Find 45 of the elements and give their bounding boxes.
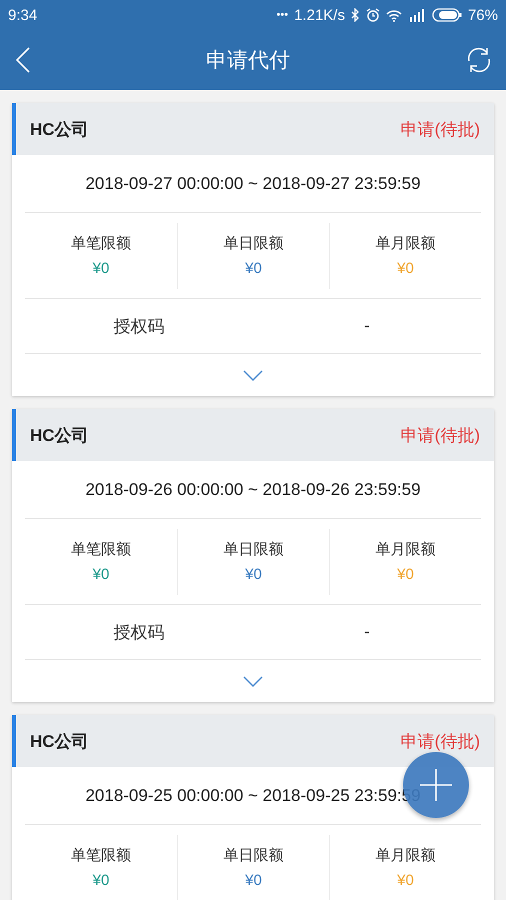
limit-label: 单日限额: [224, 234, 284, 253]
limit-label: 单笔限额: [71, 540, 131, 559]
limit-value: ¥0: [245, 566, 262, 583]
signal-icon: [408, 8, 426, 22]
network-speed: 1.21K/s: [294, 6, 345, 24]
limit-label: 单月限额: [376, 234, 436, 253]
back-icon[interactable]: [16, 47, 30, 73]
alarm-icon: [366, 8, 380, 22]
status-label: 申请(待批): [400, 424, 480, 446]
auth-code-value: -: [364, 622, 370, 642]
company-name: HC公司: [30, 730, 89, 752]
plus-icon: [420, 769, 452, 801]
battery-icon: [432, 8, 462, 22]
limit-label: 单日限额: [224, 540, 284, 559]
limit-value: ¥0: [92, 566, 110, 583]
refresh-icon[interactable]: [466, 47, 492, 73]
date-range: 2018-09-26 00:00:00 ~ 2018-09-26 23:59:59: [25, 461, 481, 519]
date-range: 2018-09-27 00:00:00 ~ 2018-09-27 23:59:59: [25, 155, 481, 213]
page-title: 申请代付: [206, 48, 290, 74]
status-label: 申请(待批): [400, 118, 480, 140]
limit-label: 单笔限额: [71, 234, 131, 253]
expand-icon[interactable]: [243, 370, 263, 380]
auth-code-value: -: [364, 316, 370, 336]
limit-value: ¥0: [397, 872, 414, 889]
company-name: HC公司: [30, 424, 89, 446]
wifi-icon: [386, 8, 402, 22]
status-time: 9:34: [8, 6, 38, 24]
more-dots: •••: [276, 9, 288, 21]
bluetooth-icon: [350, 8, 360, 22]
auth-code-label: 授权码: [114, 316, 164, 338]
limit-label: 单笔限额: [71, 846, 131, 865]
limit-value: ¥0: [92, 260, 110, 277]
limit-label: 单月限额: [376, 846, 436, 865]
limit-label: 单日限额: [224, 846, 284, 865]
limit-value: ¥0: [397, 260, 414, 277]
auth-code-label: 授权码: [114, 622, 164, 644]
expand-icon[interactable]: [243, 676, 263, 686]
limit-value: ¥0: [245, 260, 262, 277]
battery-level: 76%: [468, 6, 498, 24]
status-label: 申请(待批): [400, 730, 480, 752]
limit-value: ¥0: [397, 566, 414, 583]
limit-value: ¥0: [245, 872, 262, 889]
limit-value: ¥0: [92, 872, 110, 889]
company-name: HC公司: [30, 118, 89, 140]
limit-label: 单月限额: [376, 540, 436, 559]
